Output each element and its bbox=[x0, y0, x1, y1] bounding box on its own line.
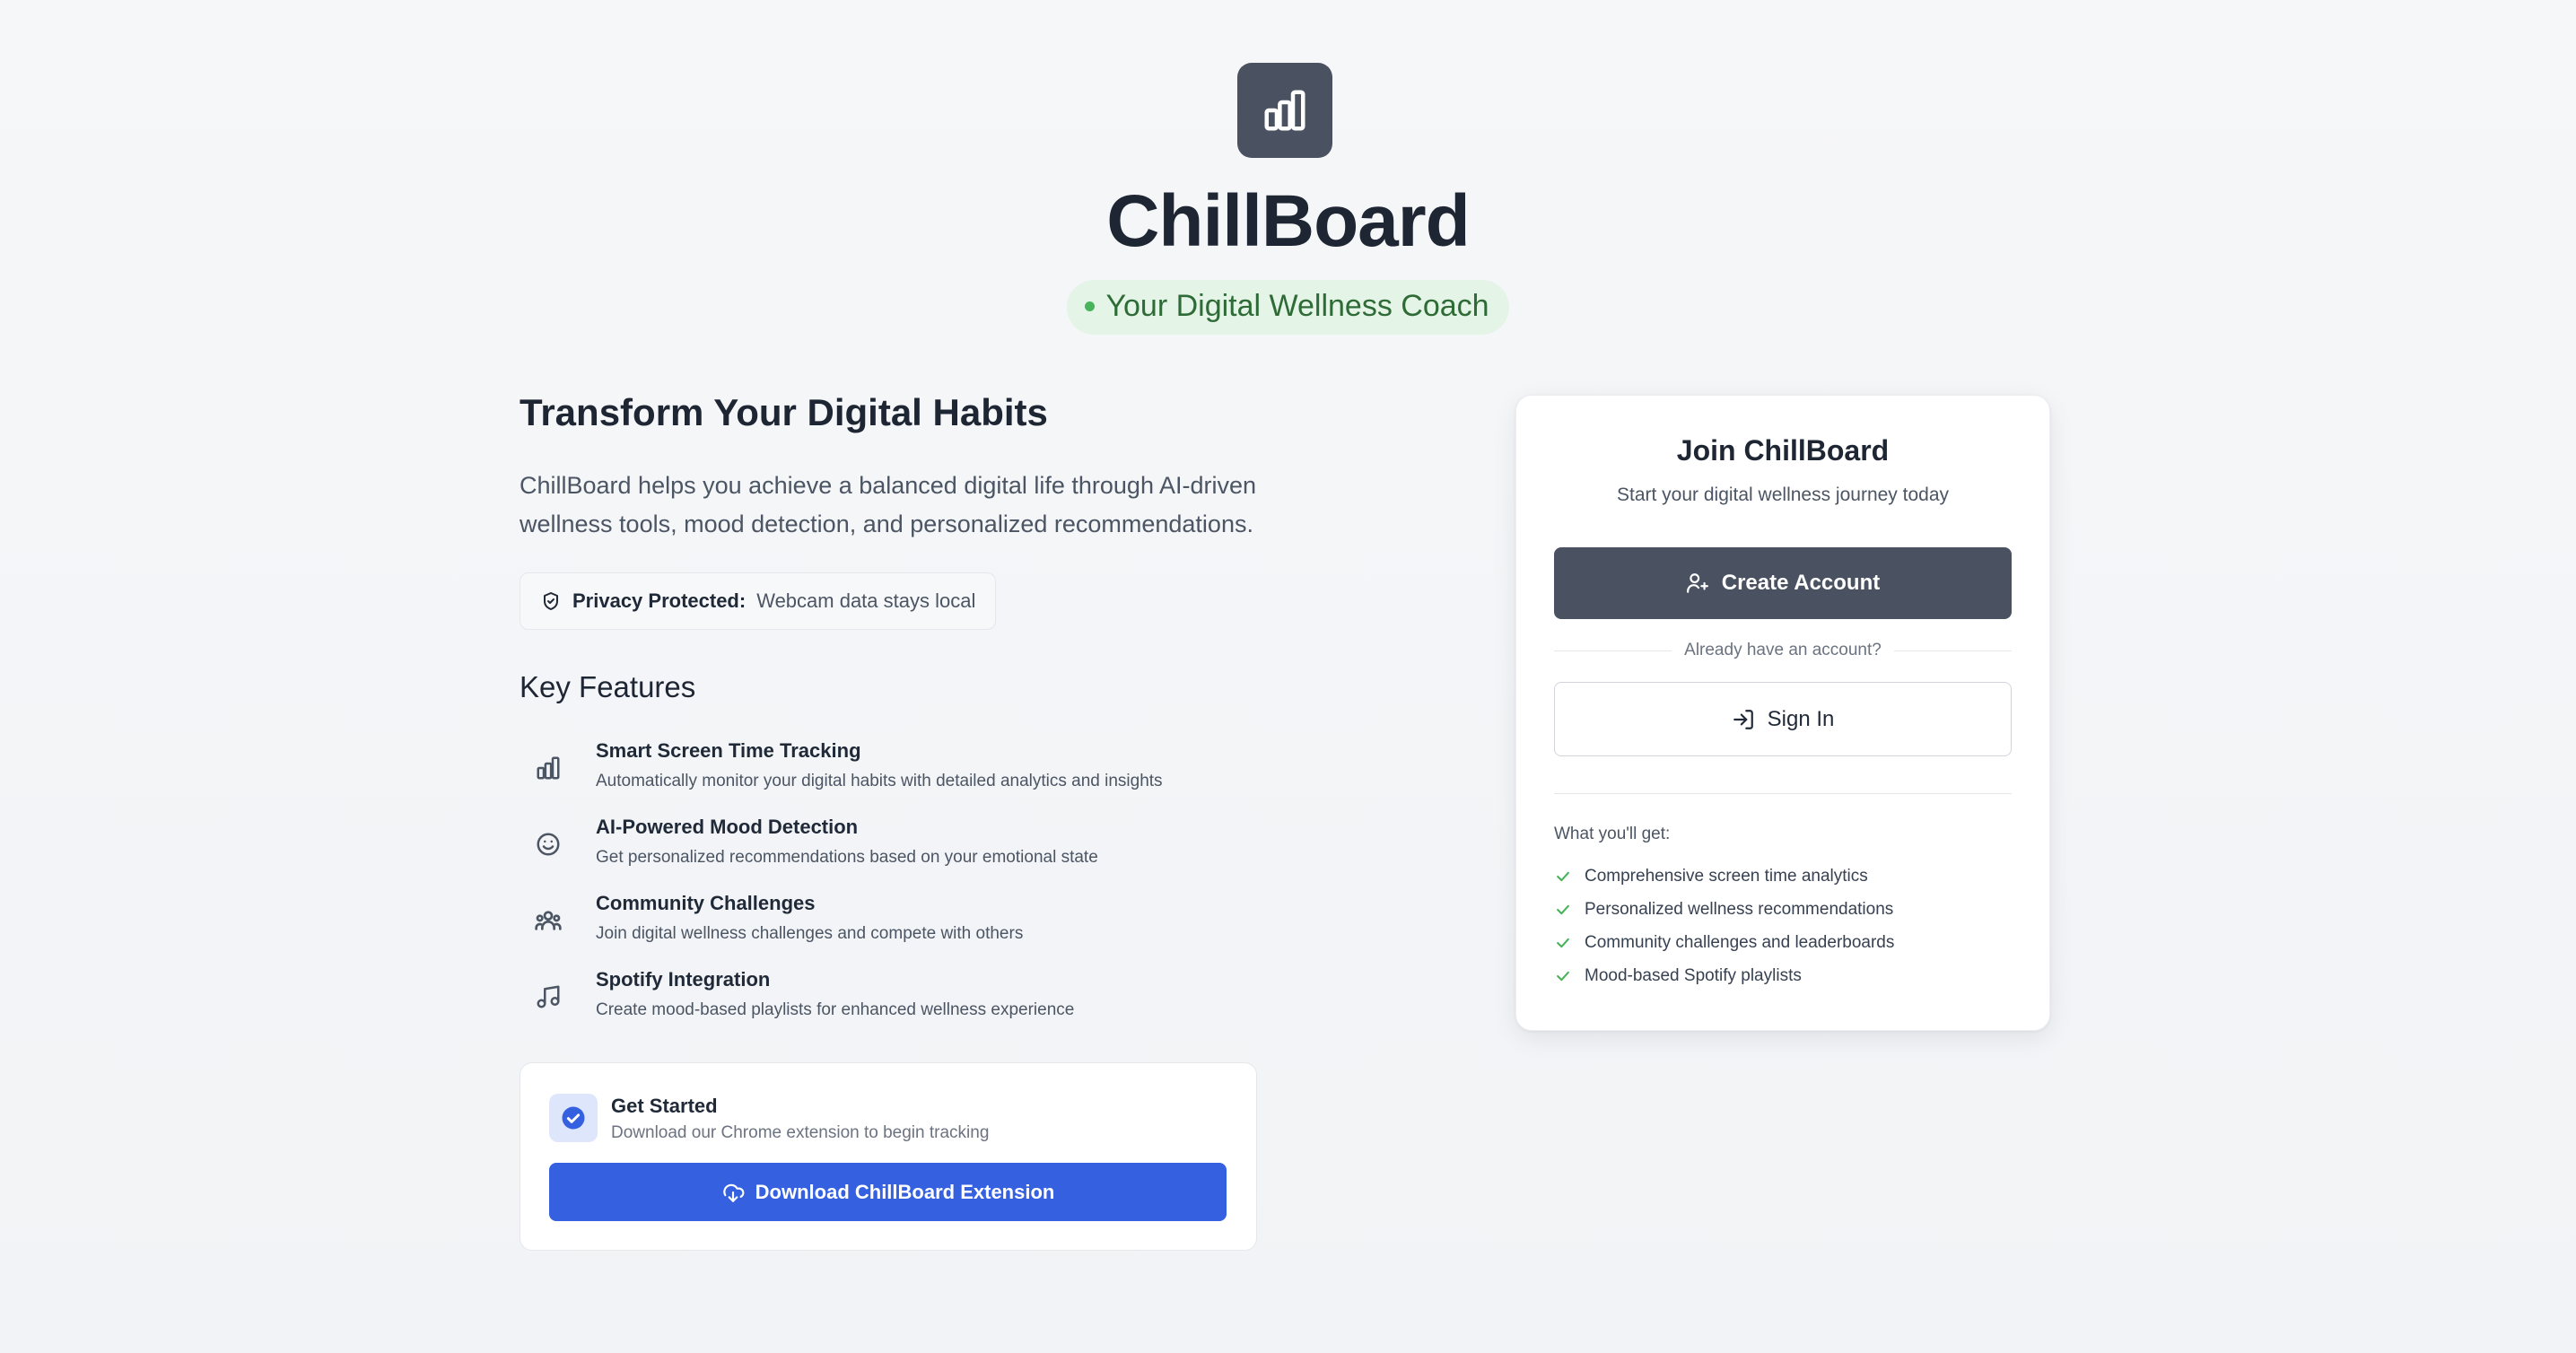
download-extension-label: Download ChillBoard Extension bbox=[755, 1180, 1055, 1203]
get-started-card bbox=[520, 1062, 1257, 1251]
benefit-item: Mood-based Spotify playlists bbox=[1554, 966, 1802, 986]
feature-item-spotify: Spotify Integration Create mood-based pl… bbox=[520, 965, 1327, 1027]
privacy-text: Webcam data stays local bbox=[756, 589, 976, 612]
benefit-text: Personalized wellness recommendations bbox=[1585, 900, 1894, 919]
feature-title: Community Challenges bbox=[596, 892, 816, 914]
check-icon bbox=[1557, 971, 1569, 982]
feature-item-screen-time: Smart Screen Time Tracking Automatically… bbox=[520, 736, 1327, 799]
bar-chart-icon bbox=[520, 739, 577, 797]
benefit-text: Comprehensive screen time analytics bbox=[1585, 867, 1868, 886]
feature-description: Create mood-based playlists for enhanced… bbox=[596, 1000, 1075, 1019]
sign-in-label: Sign In bbox=[1767, 706, 1835, 731]
benefit-item: Comprehensive screen time analytics bbox=[1554, 867, 1868, 886]
tagline-badge: Your Digital Wellness Coach bbox=[1067, 280, 1509, 335]
user-plus-icon bbox=[1686, 573, 1708, 593]
tagline-container: Your Digital Wellness Coach bbox=[0, 280, 2576, 335]
divider-line bbox=[1893, 650, 2012, 651]
benefits-title: What you'll get: bbox=[1554, 825, 1671, 843]
tagline-text: Your Digital Wellness Coach bbox=[1105, 289, 1489, 323]
join-subtitle: Start your digital wellness journey toda… bbox=[1616, 484, 1950, 505]
feature-title: Smart Screen Time Tracking bbox=[596, 739, 861, 762]
feature-item-community: Community Challenges Join digital wellne… bbox=[520, 888, 1327, 951]
feature-description: Automatically monitor your digital habit… bbox=[596, 772, 1163, 790]
features-title: Key Features bbox=[520, 670, 696, 703]
feature-title: AI-Powered Mood Detection bbox=[596, 816, 859, 838]
signin-divider: Already have an account? bbox=[1554, 639, 2012, 662]
status-dot-icon bbox=[1085, 301, 1096, 311]
brand-title: ChillBoard bbox=[1106, 180, 1471, 262]
join-title: Join ChillBoard bbox=[1676, 434, 1890, 467]
music-icon bbox=[520, 968, 577, 1026]
feature-description: Get personalized recommendations based o… bbox=[596, 848, 1098, 867]
benefit-item: Personalized wellness recommendations bbox=[1554, 900, 1893, 920]
log-in-icon bbox=[1733, 709, 1753, 729]
check-icon bbox=[1557, 938, 1569, 948]
users-icon bbox=[520, 892, 577, 949]
feature-title: Spotify Integration bbox=[596, 968, 771, 991]
privacy-label: Privacy Protected: bbox=[572, 589, 747, 612]
smile-icon bbox=[520, 816, 577, 873]
check-icon bbox=[1557, 871, 1569, 882]
check-icon bbox=[1557, 904, 1569, 915]
get-started-badge bbox=[549, 1094, 598, 1142]
create-account-label: Create Account bbox=[1721, 571, 1881, 595]
feature-description: Join digital wellness challenges and com… bbox=[596, 924, 1024, 943]
sign-in-button[interactable]: Sign In bbox=[1554, 682, 2012, 756]
cloud-download-icon bbox=[722, 1183, 745, 1202]
app-logo bbox=[1237, 63, 1332, 158]
hero-description: ChillBoard helps you achieve a balanced … bbox=[520, 472, 1257, 537]
feature-item-mood-detection: AI-Powered Mood Detection Get personaliz… bbox=[520, 812, 1327, 875]
card-divider bbox=[1554, 793, 2012, 794]
divider-line bbox=[1554, 650, 1672, 651]
benefit-text: Community challenges and leaderboards bbox=[1585, 933, 1895, 952]
privacy-notice: Privacy Protected: Webcam data stays loc… bbox=[520, 572, 997, 630]
get-started-description: Download our Chrome extension to begin t… bbox=[611, 1123, 990, 1142]
get-started-title: Get Started bbox=[611, 1095, 718, 1117]
download-extension-button[interactable]: Download ChillBoard Extension bbox=[549, 1163, 1227, 1221]
benefit-item: Community challenges and leaderboards bbox=[1554, 933, 1894, 953]
bar-chart-icon bbox=[1264, 90, 1305, 131]
benefit-text: Mood-based Spotify playlists bbox=[1585, 966, 1802, 985]
check-circle-icon bbox=[562, 1106, 585, 1130]
shield-check-icon bbox=[544, 592, 558, 610]
already-have-account-text: Already have an account? bbox=[1684, 641, 1882, 659]
create-account-button[interactable]: Create Account bbox=[1554, 547, 2012, 619]
hero-title: Transform Your Digital Habits bbox=[520, 391, 1048, 433]
